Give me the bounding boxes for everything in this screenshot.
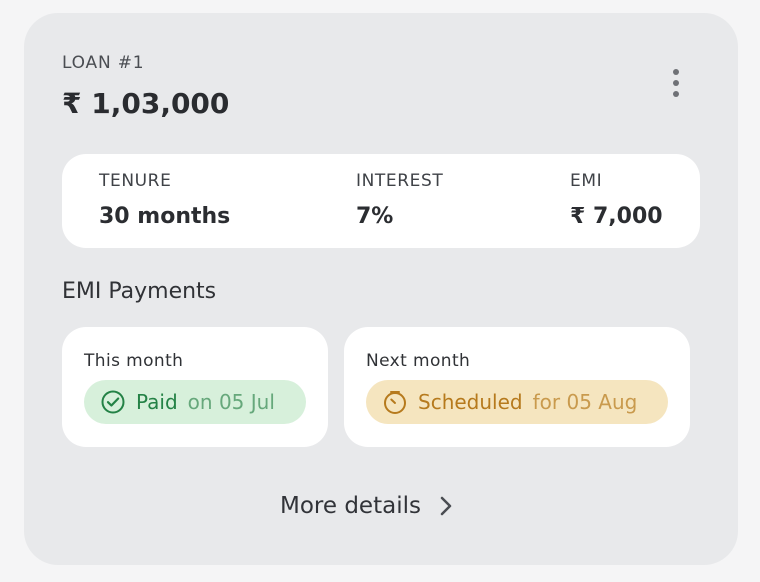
more-details-button[interactable]: More details bbox=[280, 489, 455, 523]
tenure-label: TENURE bbox=[99, 171, 172, 191]
check-circle-icon bbox=[101, 390, 125, 414]
scheduled-status-label: Scheduled bbox=[418, 390, 523, 414]
emi-summary: EMI ₹ 7,000 bbox=[570, 171, 663, 230]
more-details-label: More details bbox=[280, 493, 421, 519]
loan-card: LOAN #1 ₹ 1,03,000 TENURE 30 months INTE… bbox=[24, 13, 738, 565]
loan-label: LOAN #1 bbox=[62, 53, 145, 73]
tenure-summary: TENURE 30 months bbox=[99, 171, 230, 230]
loan-amount: ₹ 1,03,000 bbox=[62, 87, 230, 120]
interest-summary: INTEREST 7% bbox=[356, 171, 443, 230]
screen: LOAN #1 ₹ 1,03,000 TENURE 30 months INTE… bbox=[0, 0, 760, 582]
vertical-ellipsis-icon-dot bbox=[673, 91, 679, 97]
scheduled-status-badge: Scheduled for 05 Aug bbox=[366, 380, 668, 424]
loan-summary: TENURE 30 months INTEREST 7% EMI ₹ 7,000 bbox=[62, 154, 700, 248]
emi-value: ₹ 7,000 bbox=[570, 204, 663, 229]
this-month-payment-card: This month Paid on 05 Jul bbox=[62, 327, 328, 447]
scheduled-date: for 05 Aug bbox=[532, 390, 638, 414]
vertical-ellipsis-icon bbox=[673, 69, 679, 75]
emi-label: EMI bbox=[570, 171, 603, 191]
vertical-ellipsis-icon-dot bbox=[673, 80, 679, 86]
more-options-button[interactable] bbox=[664, 66, 688, 100]
next-month-title: Next month bbox=[366, 351, 471, 371]
interest-value: 7% bbox=[356, 204, 394, 229]
paid-status-badge: Paid on 05 Jul bbox=[84, 380, 306, 424]
paid-date: on 05 Jul bbox=[187, 390, 275, 414]
next-month-payment-card: Next month Scheduled for 05 Aug bbox=[344, 327, 690, 447]
interest-label: INTEREST bbox=[356, 171, 444, 191]
tenure-value: 30 months bbox=[99, 204, 231, 229]
timer-icon bbox=[384, 391, 406, 414]
this-month-title: This month bbox=[84, 351, 184, 371]
paid-status-label: Paid bbox=[136, 390, 178, 414]
emi-payments-title: EMI Payments bbox=[62, 279, 217, 304]
chevron-right-icon bbox=[440, 496, 452, 516]
